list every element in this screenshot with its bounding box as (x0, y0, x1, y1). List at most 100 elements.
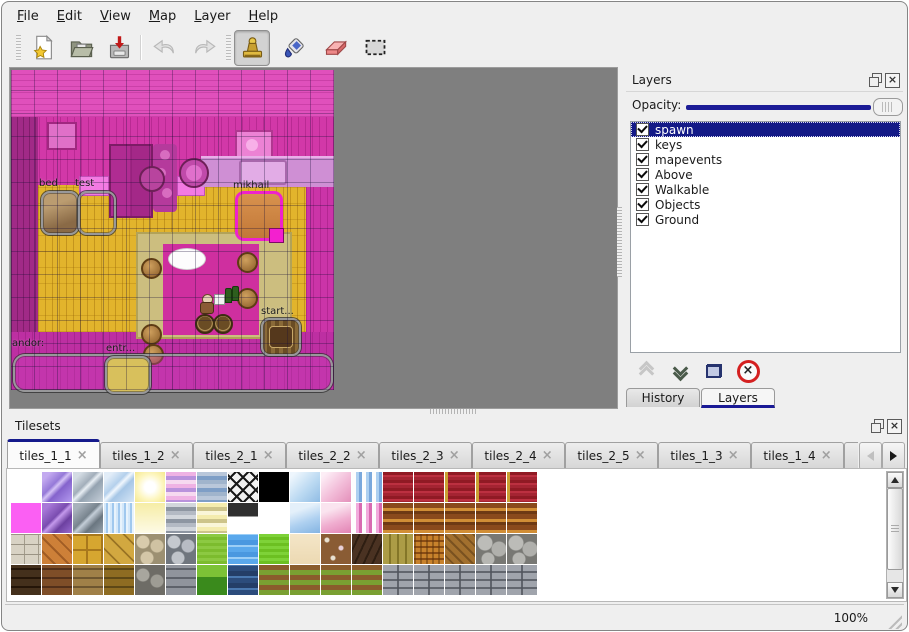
scroll-up-button[interactable] (887, 472, 903, 488)
raise-layer-button[interactable] (632, 357, 660, 385)
save-button[interactable] (102, 30, 136, 64)
layer-row[interactable]: keys (631, 137, 900, 152)
tab-close-icon[interactable]: × (263, 451, 274, 461)
tileset-tab-tiles_1_4[interactable]: tiles_1_4× (751, 442, 844, 468)
tab-scroll-right-button[interactable] (882, 442, 905, 470)
menu-file[interactable]: File (8, 6, 48, 27)
scroll-down-button[interactable] (887, 582, 903, 598)
tile-brick-brown[interactable] (42, 565, 72, 595)
vertical-scrollbar[interactable] (886, 471, 904, 599)
tile-stone-brick[interactable] (445, 565, 475, 595)
undo-button[interactable] (148, 30, 182, 64)
tile-field-rows[interactable] (259, 565, 289, 595)
tile-glow-yellow[interactable] (135, 472, 165, 502)
layer-visibility-checkbox[interactable] (636, 123, 649, 136)
tile-bright-magenta[interactable] (11, 503, 41, 533)
layer-visibility-checkbox[interactable] (636, 168, 649, 181)
tile-glass-purple-dark[interactable] (42, 503, 72, 533)
layer-visibility-checkbox[interactable] (636, 198, 649, 211)
menu-edit[interactable]: Edit (48, 6, 91, 27)
new-file-button[interactable] (26, 30, 60, 64)
tile-stones-gray[interactable] (507, 534, 537, 564)
tile-pale-yellow[interactable] (135, 503, 165, 533)
splitter-grip[interactable] (617, 207, 622, 277)
tile-cobble-gray[interactable] (166, 534, 196, 564)
tile-cobble-dark[interactable] (135, 565, 165, 595)
map-canvas[interactable]: bed test mikhail start... entr... andor: (11, 70, 334, 390)
splitter-grip[interactable] (430, 409, 476, 414)
tileset-tab-tiles_2_3[interactable]: tiles_2_3× (379, 442, 472, 468)
tile-brick-tan[interactable] (73, 565, 103, 595)
tile-glass-gray[interactable] (73, 472, 103, 502)
tile-wood-stripes[interactable] (476, 503, 506, 533)
tile-pebbles-tan[interactable] (135, 534, 165, 564)
menu-layer[interactable]: Layer (185, 6, 239, 27)
tile-grass-bright[interactable] (259, 534, 289, 564)
tile-pane-blue[interactable] (290, 472, 320, 502)
tile-stone-brick[interactable] (414, 565, 444, 595)
selection-handle[interactable] (269, 228, 284, 243)
layer-row[interactable]: Ground (631, 212, 900, 227)
tab-close-icon[interactable]: × (635, 451, 646, 461)
tile-brick-gray[interactable] (166, 565, 196, 595)
tile-curtain-pink-white[interactable] (352, 503, 382, 533)
tileset-tab-tiles_1_2[interactable]: tiles_1_2× (100, 442, 193, 468)
tile-stone-brick[interactable] (507, 565, 537, 595)
stamp-brush-button[interactable] (234, 30, 270, 66)
tab-close-icon[interactable]: × (728, 451, 739, 461)
tile-grass-light[interactable] (197, 534, 227, 564)
tile-water-sparkle[interactable] (104, 503, 134, 533)
tile-plaque[interactable] (228, 503, 258, 533)
menu-help[interactable]: Help (240, 6, 288, 27)
layer-visibility-checkbox[interactable] (636, 153, 649, 166)
tileset-tab-tiles_1_[interactable]: tiles_1_× (844, 442, 858, 468)
duplicate-layer-button[interactable] (700, 357, 728, 385)
tile-brick-dark[interactable] (11, 565, 41, 595)
tile-drape-red[interactable] (414, 472, 444, 502)
tile-herringbone[interactable] (445, 534, 475, 564)
layer-row[interactable]: Above (631, 167, 900, 182)
tile-glass-blue[interactable] (104, 472, 134, 502)
tile-drape-red[interactable] (383, 472, 413, 502)
tile-water-blue[interactable] (228, 534, 258, 564)
tile-wood-stripes[interactable] (507, 503, 537, 533)
tab-close-icon[interactable]: × (821, 451, 832, 461)
layer-row[interactable]: spawn (631, 122, 900, 137)
tile-window-blue[interactable] (290, 503, 320, 533)
tile-brick-gold[interactable] (104, 565, 134, 595)
opacity-slider-handle[interactable] (873, 98, 903, 116)
tileset-tab-tiles_1_3[interactable]: tiles_1_3× (658, 442, 751, 468)
tile-basket-weave[interactable] (414, 534, 444, 564)
tileset-tab-tiles_2_1[interactable]: tiles_2_1× (193, 442, 286, 468)
layer-row[interactable]: mapevents (631, 152, 900, 167)
layer-visibility-checkbox[interactable] (636, 138, 649, 151)
lower-layer-button[interactable] (666, 357, 694, 385)
tileset-tab-tiles_2_2[interactable]: tiles_2_2× (286, 442, 379, 468)
tile-drape-red-gold[interactable] (445, 472, 475, 502)
tile-pavement-gray[interactable] (11, 534, 41, 564)
layer-list[interactable]: spawnkeysmapeventsAboveWalkableObjectsGr… (630, 121, 901, 353)
tile-curtain-blue-white[interactable] (352, 472, 382, 502)
tab-layers[interactable]: Layers (701, 388, 775, 408)
toolbar-drag-handle[interactable] (16, 35, 21, 61)
tile-wood-stripes[interactable] (383, 503, 413, 533)
tile-field-rows[interactable] (321, 565, 351, 595)
float-panel-icon[interactable] (869, 73, 882, 86)
map-object-entrance[interactable] (105, 356, 151, 394)
tile-empty[interactable] (11, 472, 41, 502)
tileset-tab-tiles_1_1[interactable]: tiles_1_1× (7, 439, 100, 468)
rect-select-button[interactable] (358, 30, 392, 64)
tile-stone-gold[interactable] (104, 534, 134, 564)
map-object-bed[interactable] (41, 191, 79, 235)
tile-palette-area[interactable] (6, 468, 907, 602)
tile-planks-olive[interactable] (383, 534, 413, 564)
tile-curtain-stripes-steel[interactable] (197, 472, 227, 502)
tile-drape-red-gold[interactable] (476, 472, 506, 502)
tile-water-dark[interactable] (228, 565, 258, 595)
tile-glass-gray-dark[interactable] (73, 503, 103, 533)
menu-map[interactable]: Map (140, 6, 185, 27)
vertical-splitter[interactable] (617, 67, 623, 407)
tile-stone-brick[interactable] (476, 565, 506, 595)
map-object-zone[interactable] (13, 354, 333, 392)
tile-grass-hedge[interactable] (197, 565, 227, 595)
